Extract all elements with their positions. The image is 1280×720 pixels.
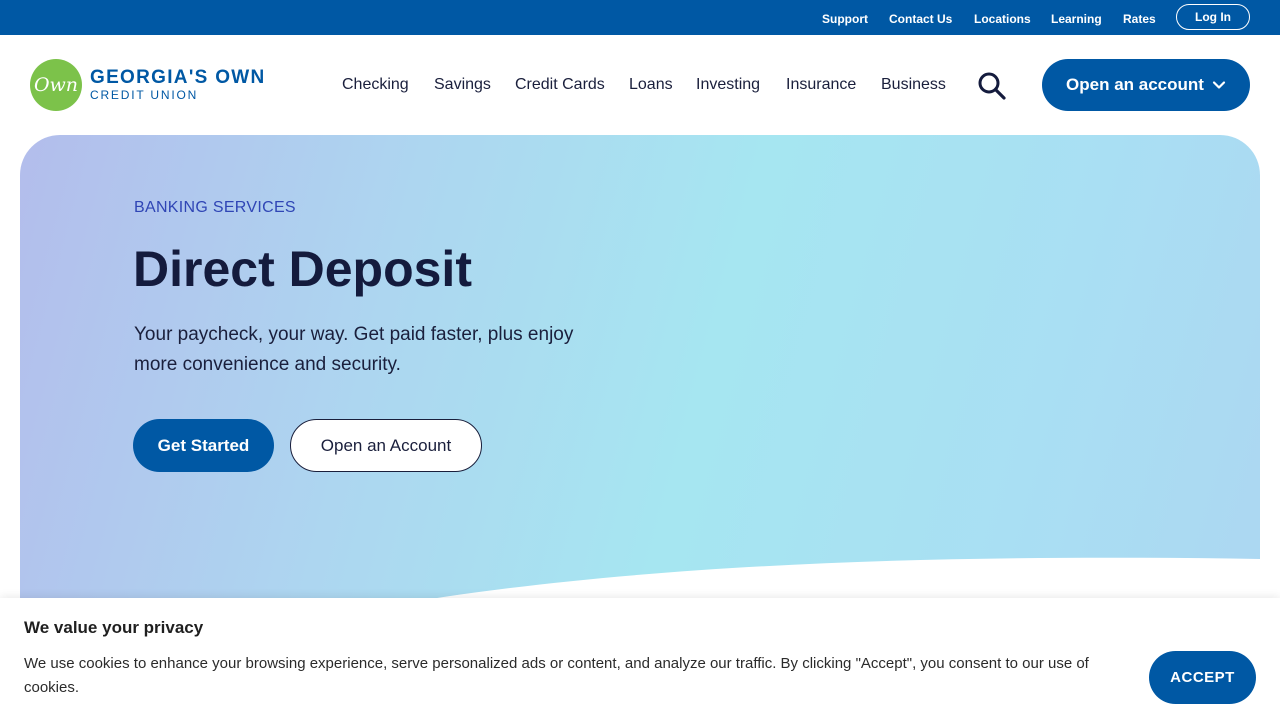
cookie-banner-title: We value your privacy <box>24 618 204 637</box>
logo-wordmark-line2[interactable]: CREDIT UNION <box>90 88 198 102</box>
search-button[interactable] <box>976 71 1008 101</box>
utility-link-locations[interactable]: Locations <box>974 12 1031 26</box>
login-button[interactable]: Log In <box>1176 4 1250 30</box>
utility-link-learning[interactable]: Learning <box>1051 12 1102 26</box>
logo-mark[interactable]: Own <box>30 59 82 111</box>
chevron-down-icon <box>1212 81 1226 89</box>
hero-banner: BANKING SERVICES Direct Deposit Your pay… <box>20 135 1260 615</box>
site-header: Own GEORGIA'S OWN CREDIT UNION Checking … <box>0 35 1280 135</box>
accept-cookies-button[interactable]: ACCEPT <box>1149 651 1256 704</box>
search-icon <box>978 72 1006 100</box>
hero-eyebrow: BANKING SERVICES <box>134 199 296 216</box>
nav-item-checking[interactable]: Checking <box>342 76 409 94</box>
nav-item-savings[interactable]: Savings <box>434 76 491 94</box>
get-started-button[interactable]: Get Started <box>133 419 274 472</box>
open-account-label: Open an account <box>1066 75 1204 94</box>
utility-bar: Support Contact Us Locations Learning Ra… <box>0 0 1280 35</box>
logo-wordmark-line1[interactable]: GEORGIA'S OWN <box>90 67 266 89</box>
nav-item-credit-cards[interactable]: Credit Cards <box>515 76 605 94</box>
nav-item-loans[interactable]: Loans <box>629 76 673 94</box>
nav-item-business[interactable]: Business <box>881 76 946 94</box>
open-an-account-button[interactable]: Open an Account <box>290 419 482 472</box>
open-account-dropdown[interactable]: Open an account <box>1042 59 1250 111</box>
nav-item-investing[interactable]: Investing <box>696 76 760 94</box>
cookie-consent-banner: We value your privacy We use cookies to … <box>0 598 1280 720</box>
utility-link-contact-us[interactable]: Contact Us <box>889 12 952 26</box>
utility-link-support[interactable]: Support <box>822 12 868 26</box>
nav-item-insurance[interactable]: Insurance <box>786 76 856 94</box>
page-title: Direct Deposit <box>133 241 472 297</box>
cookie-banner-text: We use cookies to enhance your browsing … <box>24 655 1089 696</box>
utility-link-rates[interactable]: Rates <box>1123 12 1156 26</box>
hero-description: Your paycheck, your way. Get paid faster… <box>134 324 574 375</box>
